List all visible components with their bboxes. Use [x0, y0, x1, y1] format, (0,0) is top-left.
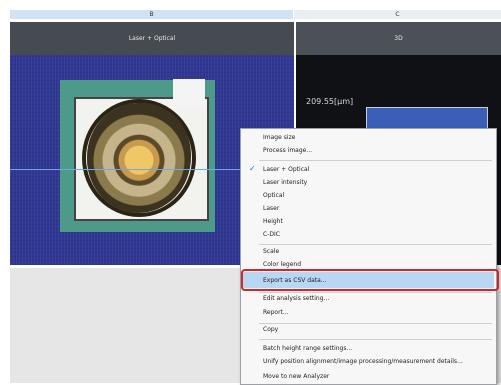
- menu-separator: [259, 244, 492, 245]
- menu-item-height[interactable]: Height: [263, 218, 283, 225]
- menu-item-laser-intensity[interactable]: Laser intensity: [263, 179, 307, 186]
- checkmark-icon: ✓: [249, 164, 256, 173]
- menu-item-image-size[interactable]: Image size: [263, 134, 295, 141]
- menu-item-optical[interactable]: Optical: [263, 192, 284, 199]
- menu-item-batch-height-range[interactable]: Batch height range settings...: [263, 345, 352, 352]
- context-menu: Image size Process image... ✓ Laser + Op…: [240, 128, 499, 385]
- menu-item-move-to-new-analyzer[interactable]: Move to new Analyzer: [263, 373, 329, 380]
- column-header-c[interactable]: C: [294, 10, 501, 19]
- menu-item-scale[interactable]: Scale: [263, 248, 279, 255]
- view-title-laser-optical: Laser + Optical: [10, 22, 294, 55]
- menu-item-color-legend[interactable]: Color legend: [263, 261, 301, 268]
- menu-item-laser[interactable]: Laser: [263, 205, 279, 212]
- menu-item-c-dic[interactable]: C-DIC: [263, 231, 280, 238]
- menu-item-report[interactable]: Report...: [263, 309, 289, 316]
- menu-item-process-image[interactable]: Process image...: [263, 147, 312, 154]
- menu-separator: [259, 160, 492, 161]
- menu-item-export-csv[interactable]: Export as CSV data...: [263, 277, 327, 284]
- menu-separator: [259, 292, 492, 293]
- view-title-3d: 3D: [296, 22, 501, 55]
- menu-separator: [259, 323, 492, 324]
- menu-item-copy[interactable]: Copy: [263, 326, 278, 333]
- measurement-readout: 209.55[μm]: [306, 97, 354, 106]
- bump-core: [87, 103, 191, 213]
- menu-item-edit-analysis-setting[interactable]: Edit analysis setting...: [263, 295, 329, 302]
- menu-item-laser-optical[interactable]: Laser + Optical: [263, 166, 309, 173]
- column-header-b[interactable]: B: [10, 10, 293, 19]
- menu-item-unify-settings[interactable]: Unify position alignment/image processin…: [263, 358, 463, 365]
- menu-separator: [259, 339, 492, 340]
- pad-corner: [173, 79, 205, 109]
